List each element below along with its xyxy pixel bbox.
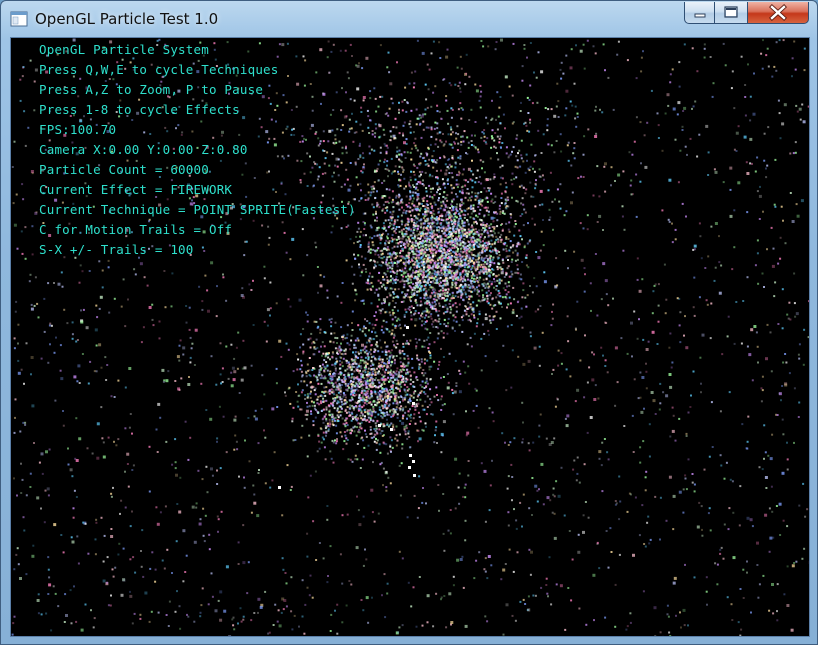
hud-trails-count: S-X +/- Trails = 100 — [39, 242, 194, 257]
hud-particle-count: Particle Count = 60000 — [39, 162, 209, 177]
app-window: OpenGL Particle Test 1.0 OpenGL Particle… — [0, 0, 818, 645]
hud-line: Press Q,W,E to cycle Techniques — [39, 62, 279, 77]
maximize-icon — [724, 6, 738, 18]
hud-line: Press A,Z to Zoom, P to Pause — [39, 82, 264, 97]
minimize-icon — [694, 13, 706, 18]
hud-motion-trails: C for Motion Trails = Off — [39, 222, 233, 237]
hud-camera: Camera X:0.00 Y:0.00 Z:0.80 — [39, 142, 248, 157]
hud-fps: FPS:100.70 — [39, 122, 117, 137]
hud-line: Press 1-8 to cycle Effects — [39, 102, 240, 117]
minimize-button[interactable] — [684, 2, 715, 24]
title-bar[interactable]: OpenGL Particle Test 1.0 — [1, 1, 817, 37]
hud-overlay: OpenGL Particle System Press Q,W,E to cy… — [39, 40, 356, 260]
window-title: OpenGL Particle Test 1.0 — [35, 10, 219, 28]
opengl-viewport[interactable]: OpenGL Particle System Press Q,W,E to cy… — [10, 37, 810, 637]
hud-current-effect: Current Effect = FIREWORK — [39, 182, 233, 197]
close-icon — [769, 4, 787, 21]
hud-line: OpenGL Particle System — [39, 42, 209, 57]
maximize-button[interactable] — [715, 2, 748, 24]
hud-current-technique: Current Technique = POINT SPRITE(Fastest… — [39, 202, 356, 217]
application-window-icon[interactable] — [10, 10, 28, 28]
close-button[interactable] — [748, 2, 809, 24]
